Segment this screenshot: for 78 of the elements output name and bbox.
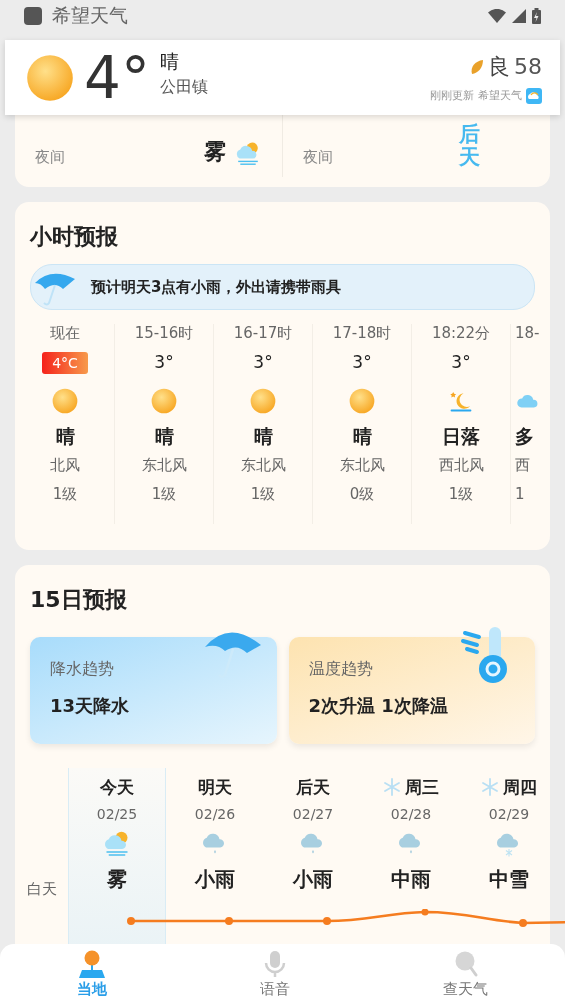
weather-text: 小雨 [195,866,235,893]
update-time: 刚刚更新 [430,88,474,103]
sun-icon [151,388,177,414]
weather-text: 多 [515,424,534,449]
date-label: 02/29 [488,806,530,822]
date-label: 02/26 [194,806,236,822]
wind-level: 1级 [151,485,177,504]
wind-direction: 东北风 [240,456,286,475]
source-name: 希望天气 [478,88,522,103]
date-label: 02/27 [292,806,334,822]
sun-icon [250,388,276,414]
sun-icon [26,53,74,102]
current-temperature-badge: 4°C [42,352,88,374]
location-name: 公田镇 [159,77,208,98]
snowflake-icon [383,778,401,796]
section-title: 15日预报 [30,586,128,614]
day-label: 后天 [459,122,480,169]
date-label: 02/28 [390,806,432,822]
day-label: 明天 [198,775,232,799]
weather-text: 晴 [159,49,180,74]
current-temperature: 4° [84,48,150,107]
weather-text: 中雪 [489,866,529,893]
period-label: 夜间 [303,148,333,167]
section-title: 小时预报 [30,223,119,251]
weather-text: 晴 [55,424,75,449]
weather-text: 小雨 [293,866,333,893]
precipitation-trend-card[interactable]: 降水趋势 13天降水 [30,637,277,744]
microphone-icon [263,950,287,978]
wind-level: 1 [515,485,525,503]
wind-direction: 东北风 [141,456,187,475]
app-title: 希望天气 [52,3,128,28]
wind-level: 1级 [250,485,276,504]
alert-text: 预计明天3点有小雨，外出请携带雨具 [91,277,342,297]
weather-text: 晴 [352,424,372,449]
snowflake-icon [481,778,499,796]
signal-icon [512,9,526,23]
hour-label: 17-18时 [332,324,392,344]
search-icon [453,950,478,978]
wind-direction: 东北风 [339,456,385,475]
period-label: 夜间 [35,148,65,167]
day-label: 今天 [100,775,134,799]
leaf-icon [470,58,484,75]
weather-text: 雾 [204,138,226,166]
wind-direction: 西北风 [438,456,484,475]
hour-temperature: 3° [451,352,471,374]
wind-level: 1级 [448,485,474,504]
hour-temperature: 3° [352,352,372,374]
day-label: 后天 [296,775,330,799]
day-label: 周四 [503,775,537,799]
hour-temperature: 3° [154,352,174,374]
hour-label: 15-16时 [134,324,194,344]
period-label: 白天 [25,880,58,899]
weather-text: 雾 [107,866,127,893]
hour-label: 18- [515,324,540,344]
day-label: 周三 [405,775,439,799]
app-icon [24,7,42,25]
wind-direction: 西 [515,456,530,475]
weather-text: 晴 [253,424,273,449]
battery-icon [532,8,541,24]
weather-text: 晴 [154,424,174,449]
temperature-trend-card[interactable]: 温度趋势 2次升温 1次降温 [288,637,535,744]
sun-icon [52,388,78,414]
location-pin-icon [78,950,105,978]
hour-label: 16-17时 [233,324,293,344]
wind-level: 1级 [52,485,78,504]
sun-icon [349,388,375,414]
hour-label: 18:22分 [431,324,491,344]
air-quality-label: 良 [488,52,510,81]
hour-label: 现在 [50,324,80,344]
air-quality-value: 58 [514,54,542,79]
wifi-icon [488,9,506,23]
hour-temperature: 3° [253,352,273,374]
wind-level: 0级 [349,485,375,504]
weather-text: 中雨 [391,866,431,893]
weather-text: 日落 [442,424,480,449]
app-logo-icon [526,87,542,104]
date-label: 02/25 [96,806,138,822]
wind-direction: 北风 [50,456,80,475]
